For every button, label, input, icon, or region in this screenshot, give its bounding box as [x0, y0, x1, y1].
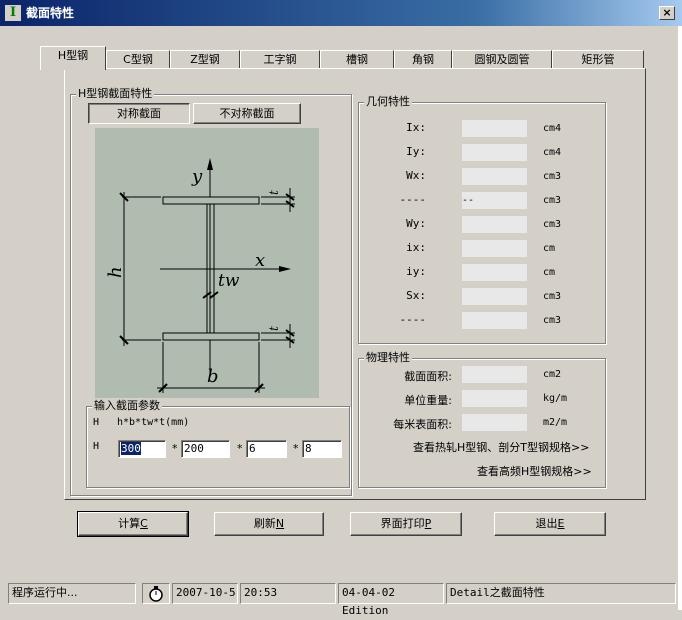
status-edition: 04-04-02 Edition: [338, 583, 444, 617]
geo-value-field: [462, 288, 527, 305]
refresh-hotkey: N: [275, 517, 285, 530]
tw-label: tw: [218, 271, 240, 291]
print-button[interactable]: 界面打印P: [350, 512, 462, 536]
asymmetric-button[interactable]: 不对称截面: [193, 103, 301, 124]
geo-value-field: [462, 120, 527, 137]
geo-unit: cm3: [543, 291, 562, 302]
bottom-flange: [162, 332, 260, 341]
tab-rect-tube[interactable]: 矩形管: [552, 50, 644, 69]
status-date: 2007-10-5: [172, 583, 238, 604]
title-bar: [0, 0, 682, 26]
shape-key-label-2: H: [93, 441, 100, 452]
symmetric-button[interactable]: 对称截面: [88, 103, 190, 124]
geo-label: ----: [399, 313, 427, 326]
section-group-title: H型钢截面特性: [76, 87, 155, 100]
geo-label: Iy:: [406, 145, 426, 158]
surface-field: [462, 414, 527, 431]
top-flange: [162, 196, 260, 205]
surface-label: 每米表面积:: [393, 418, 452, 431]
geo-label: ----: [399, 193, 427, 206]
geo-label: ix:: [406, 241, 426, 254]
tab-i-beam[interactable]: 工字钢: [240, 50, 320, 69]
geo-unit: cm3: [543, 171, 562, 182]
geo-unit: cm3: [543, 195, 562, 206]
geo-label: Wx:: [406, 169, 426, 182]
stopwatch-icon: [149, 586, 163, 602]
weight-field: [462, 390, 527, 407]
tab-round[interactable]: 圆钢及圆管: [452, 50, 552, 69]
hot-rolled-spec-link[interactable]: 查看热轧H型钢、剖分T型钢规格>>: [413, 439, 589, 455]
geo-value-field: [462, 216, 527, 233]
geo-value-field: [462, 168, 527, 185]
weight-label: 单位重量:: [404, 394, 452, 407]
close-button[interactable]: ×: [659, 6, 675, 20]
geo-label: Ix:: [406, 121, 426, 134]
h-section-diagram: y x tw b h t t: [95, 128, 319, 398]
weight-unit: kg/m: [543, 393, 568, 404]
print-label: 界面打印: [380, 517, 425, 530]
shape-key-label: H: [93, 417, 100, 428]
y-label: y: [191, 166, 203, 187]
tab-angle[interactable]: 角钢: [394, 50, 452, 69]
refresh-button[interactable]: 刷新N: [214, 512, 324, 536]
exit-hotkey: E: [557, 517, 565, 530]
area-field: [462, 366, 527, 383]
times-sep-2: *: [237, 442, 243, 455]
x-label: x: [255, 250, 265, 271]
surface-unit: m2/m: [543, 417, 568, 428]
tw-input[interactable]: 6: [246, 440, 287, 458]
geo-label: Sx:: [406, 289, 426, 302]
area-unit: cm2: [543, 369, 562, 380]
input-group-title: 输入截面参数: [92, 399, 162, 412]
tab-h-steel[interactable]: H型钢: [40, 46, 106, 70]
h-input-value: 300: [121, 442, 141, 455]
t-label-top: t: [267, 190, 281, 195]
area-label: 截面面积:: [404, 370, 452, 383]
exit-button[interactable]: 退出E: [494, 512, 606, 536]
formula-label: h*b*tw*t(mm): [117, 417, 190, 428]
times-sep-3: *: [293, 442, 299, 455]
geo-unit: cm4: [543, 123, 562, 134]
geo-unit: cm3: [543, 219, 562, 230]
geo-value-field: [462, 240, 527, 257]
geo-value-field: [462, 312, 527, 329]
calculate-label: 计算: [118, 517, 141, 530]
b-input[interactable]: 200: [181, 440, 230, 458]
status-detail: Detail之截面特性: [446, 583, 676, 604]
status-time: 20:53: [240, 583, 336, 604]
geo-label: iy:: [406, 265, 426, 278]
geo-value-field: [462, 264, 527, 281]
timer-cell: [142, 583, 170, 604]
tab-channel[interactable]: 槽钢: [320, 50, 394, 69]
t-input[interactable]: 8: [302, 440, 342, 458]
tab-z-steel[interactable]: Z型钢: [170, 50, 240, 69]
geo-unit: cm3: [543, 315, 562, 326]
refresh-label: 刷新: [253, 517, 276, 530]
geometry-group-title: 几何特性: [364, 95, 412, 108]
print-hotkey: P: [424, 517, 432, 530]
exit-label: 退出: [535, 517, 558, 530]
calculate-hotkey: C: [140, 517, 148, 530]
window-title: 截面特性: [26, 6, 75, 20]
geo-unit: cm: [543, 267, 556, 278]
hf-spec-link[interactable]: 查看高频H型钢规格>>: [477, 463, 592, 479]
app-icon: I: [5, 5, 21, 21]
geo-value-field: --: [462, 192, 527, 209]
times-sep-1: *: [172, 442, 178, 455]
geo-unit: cm4: [543, 147, 562, 158]
b-label: b: [207, 366, 219, 387]
geo-label: Wy:: [406, 217, 426, 230]
geo-unit: cm: [543, 243, 556, 254]
status-text: 程序运行中...: [8, 583, 136, 604]
tab-c-steel[interactable]: C型钢: [106, 50, 170, 69]
geo-value-field: [462, 144, 527, 161]
h-label: h: [105, 266, 126, 278]
h-input[interactable]: 300: [118, 440, 166, 458]
physical-group-title: 物理特性: [364, 351, 412, 364]
t-label-bottom: t: [267, 326, 281, 331]
window-edge: [678, 26, 682, 610]
calculate-button[interactable]: 计算C: [77, 511, 189, 537]
